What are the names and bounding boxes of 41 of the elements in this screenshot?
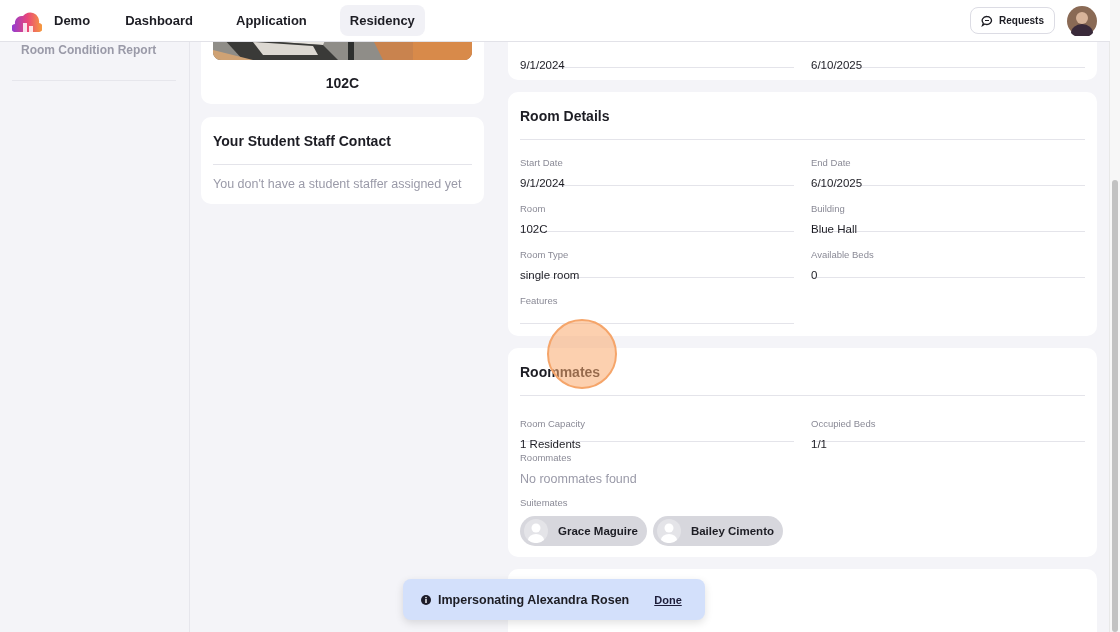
- card-title: Room Details: [520, 108, 610, 124]
- card-title: Your Student Staff Contact: [213, 133, 391, 149]
- field-label: Occupied Beds: [811, 418, 876, 430]
- field-label: Start Date: [520, 157, 563, 169]
- field-label: End Date: [811, 157, 851, 169]
- field-label: Roommates: [520, 452, 572, 464]
- field-value: 102C: [520, 222, 548, 236]
- requests-button[interactable]: Requests: [970, 7, 1055, 34]
- field-label: Room Capacity: [520, 418, 585, 430]
- field-value: 9/1/2024: [520, 58, 565, 72]
- scrollbar-thumb[interactable]: [1112, 180, 1118, 632]
- info-icon: [421, 594, 431, 605]
- field-value: 6/10/2025: [811, 58, 863, 72]
- nav-tab[interactable]: Dashboard: [115, 5, 204, 36]
- field-label: Building: [811, 203, 845, 215]
- suitemate-chip[interactable]: Bailey Cimento: [652, 516, 783, 546]
- person-icon: [524, 519, 548, 543]
- room-number: 102C: [325, 75, 360, 91]
- field-label: Available Beds: [811, 249, 874, 261]
- field-value: 6/10/2025: [811, 176, 863, 190]
- field-value: 1/1: [811, 437, 827, 451]
- field-value: 1 Residents: [520, 437, 581, 451]
- avatar[interactable]: [1067, 5, 1097, 36]
- suitemate-chip[interactable]: Grace Maguire: [520, 516, 647, 546]
- field-value: Blue Hall: [811, 222, 858, 236]
- nav-tab[interactable]: Application: [226, 5, 317, 36]
- toast-message: Impersonating Alexandra Rosen: [438, 592, 630, 607]
- field-value: 0: [811, 268, 818, 282]
- empty-message: You don't have a student staffer assigned yet: [213, 177, 462, 191]
- field-value: single room: [520, 268, 580, 282]
- done-link[interactable]: Done: [654, 593, 682, 606]
- nav-tab[interactable]: Residency: [339, 5, 425, 36]
- field-label: Room: [520, 203, 546, 215]
- brand-name[interactable]: Demo: [54, 13, 91, 28]
- field-label: Features: [520, 295, 558, 307]
- person-icon: [656, 519, 681, 543]
- chat-bubble-icon: [981, 14, 993, 27]
- field-value: 9/1/2024: [520, 176, 565, 190]
- field-label: Room Type: [520, 249, 569, 261]
- field-label: Suitemates: [520, 497, 568, 509]
- empty-message: No roommates found: [520, 472, 637, 486]
